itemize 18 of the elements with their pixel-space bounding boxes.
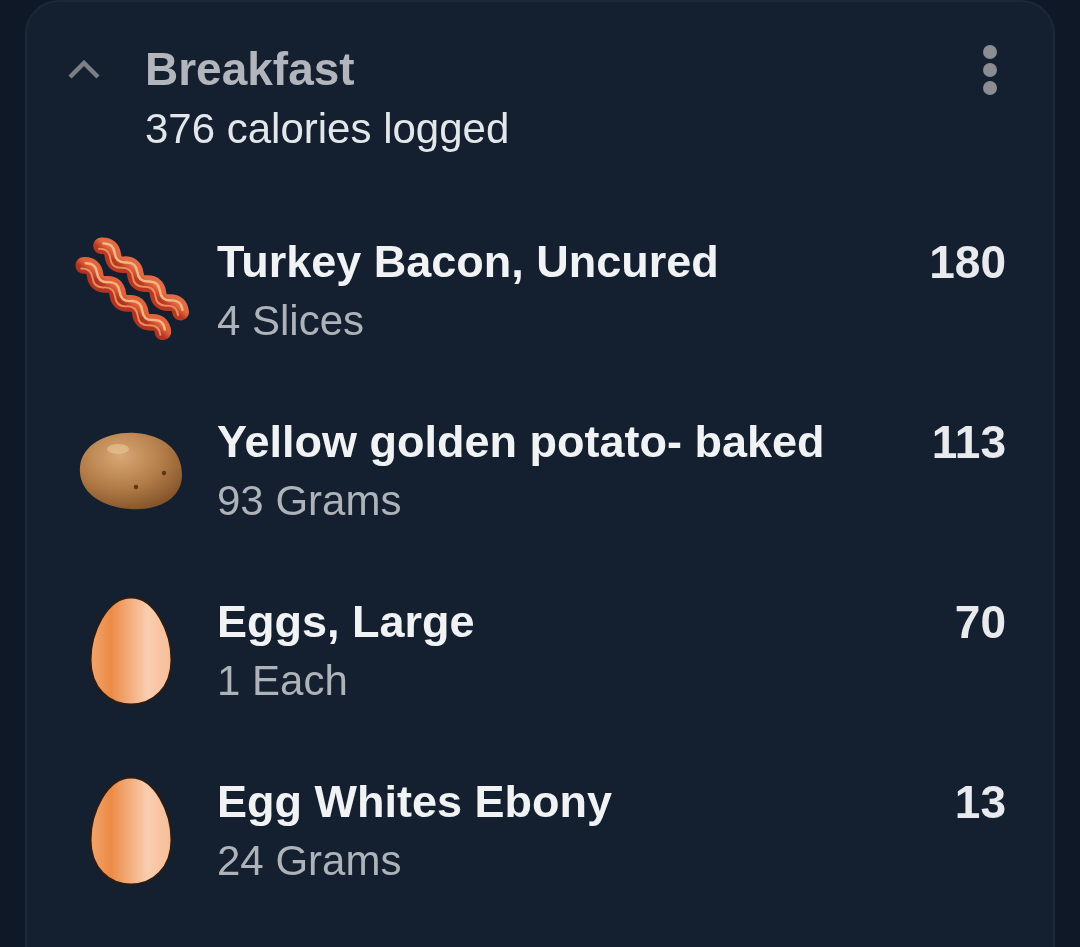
calorie-count: 113: [931, 415, 1006, 470]
serving-size: 4 Slices: [217, 296, 366, 346]
serving-size: 93 Grams: [217, 476, 403, 526]
calories-summary: 376 calories logged: [145, 104, 511, 154]
food-name[interactable]: Eggs, Large: [217, 592, 955, 652]
calorie-count: 70: [954, 595, 1006, 650]
more-options-icon[interactable]: [982, 44, 998, 96]
serving-size: 24 Grams: [217, 836, 403, 886]
calorie-count: 180: [929, 235, 1006, 290]
calorie-count: 13: [954, 775, 1006, 830]
food-name[interactable]: Turkey Bacon, Uncured: [217, 232, 930, 292]
meal-title: Breakfast: [145, 42, 356, 97]
egg-icon: [89, 776, 173, 886]
food-name[interactable]: Yellow golden potato- baked: [217, 412, 932, 472]
egg-icon: [89, 596, 173, 706]
serving-size: 1 Each: [217, 656, 349, 706]
chevron-icon[interactable]: [67, 60, 101, 80]
food-name[interactable]: Egg Whites Ebony: [217, 772, 955, 832]
